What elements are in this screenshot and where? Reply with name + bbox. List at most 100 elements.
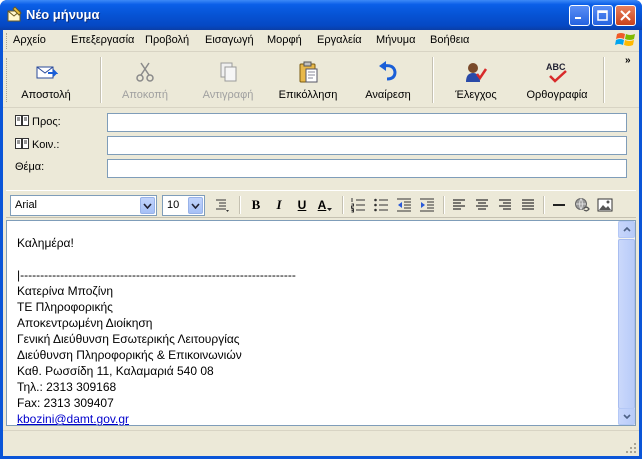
font-value: Arial — [15, 199, 38, 211]
compose-window: Νέο μήνυμα Αρχείο Επεξεργασία Προβολή Ει… — [0, 0, 642, 459]
font-size-select[interactable]: 10 — [162, 195, 205, 216]
minimize-button[interactable] — [569, 5, 590, 26]
title-bar[interactable]: Νέο μήνυμα — [0, 0, 642, 30]
address-book-icon — [15, 115, 29, 126]
paste-label: Επικόλληση — [278, 89, 338, 101]
increase-indent-button[interactable] — [417, 196, 437, 214]
underline-button[interactable]: U — [292, 196, 312, 214]
message-header: Προς: Κοιν.: Θέμα: — [3, 109, 639, 185]
to-field[interactable] — [107, 113, 627, 132]
globe-link-icon — [575, 198, 590, 212]
scroll-thumb[interactable] — [618, 239, 635, 409]
toolbar-overflow-chevron-icon[interactable]: » — [625, 55, 631, 66]
cut-button[interactable]: Αποκοπή — [115, 56, 175, 106]
paste-icon — [299, 61, 318, 83]
align-left-button[interactable] — [449, 196, 469, 214]
body-line: Κατερίνα Μποζίνη — [17, 284, 114, 298]
toolbar-grip[interactable] — [6, 58, 9, 102]
font-color-button[interactable]: A — [315, 196, 335, 214]
message-body[interactable]: Καλημέρα! |-----------------------------… — [6, 220, 636, 426]
undo-icon — [379, 61, 397, 81]
main-toolbar: Αποστολή Αποκοπή Αντιγραφή Επικόλληση Αν… — [3, 53, 639, 108]
menu-format[interactable]: Μορφή — [267, 34, 302, 46]
chevron-down-icon — [143, 202, 152, 209]
justify-icon — [522, 199, 534, 210]
body-line: Καλημέρα! — [17, 236, 74, 250]
body-line: Διεύθυνση Πληροφορικής & Επικοινωνιών — [17, 348, 242, 362]
underline-label: U — [297, 198, 307, 212]
chevron-down-icon — [622, 414, 631, 419]
check-names-label: Έλεγχος — [455, 89, 497, 101]
resize-grip-icon[interactable] — [625, 442, 637, 454]
body-line: Γενική Διεύθυνση Εσωτερικής Λειτουργίας — [17, 332, 240, 346]
close-button[interactable] — [615, 5, 636, 26]
scroll-up-button[interactable] — [618, 221, 635, 238]
copy-button[interactable]: Αντιγραφή — [193, 56, 263, 106]
scissors-icon — [136, 62, 154, 82]
menu-view[interactable]: Προβολή — [145, 34, 189, 46]
font-size-value: 10 — [167, 199, 180, 211]
size-dropdown-arrow[interactable] — [188, 197, 203, 214]
check-names-button[interactable]: Έλεγχος — [447, 56, 505, 106]
picture-icon — [597, 198, 613, 212]
send-button[interactable]: Αποστολή — [15, 56, 77, 106]
justify-button[interactable] — [518, 196, 538, 214]
align-right-button[interactable] — [495, 196, 515, 214]
toolbar-separator — [603, 57, 605, 103]
numbered-list-button[interactable] — [348, 196, 368, 214]
subject-label: Θέμα: — [15, 161, 45, 173]
chevron-down-icon — [327, 207, 333, 211]
undo-label: Αναίρεση — [365, 89, 411, 101]
menu-tools[interactable]: Εργαλεία — [317, 34, 362, 46]
bold-button[interactable]: B — [246, 196, 266, 214]
cc-field[interactable] — [107, 136, 627, 155]
menu-message[interactable]: Μήνυμα — [376, 34, 416, 46]
new-message-icon — [7, 6, 22, 22]
menu-file[interactable]: Αρχείο — [13, 34, 46, 46]
scroll-down-button[interactable] — [618, 408, 635, 425]
spelling-icon: ABC — [546, 62, 567, 83]
maximize-icon — [597, 10, 608, 21]
email-link[interactable]: kbozini@damt.gov.gr — [17, 412, 129, 426]
body-content[interactable]: Καλημέρα! |-----------------------------… — [17, 235, 296, 427]
minimize-icon — [575, 17, 581, 19]
status-bar — [3, 430, 639, 456]
menu-help[interactable]: Βοήθεια — [430, 34, 469, 46]
menu-grip[interactable] — [6, 33, 9, 49]
font-select[interactable]: Arial — [10, 195, 157, 216]
insert-picture-button[interactable] — [595, 196, 615, 214]
insert-hyperlink-button[interactable] — [572, 196, 592, 214]
undo-button[interactable]: Αναίρεση — [358, 56, 418, 106]
align-right-icon — [499, 199, 511, 210]
body-line: Τηλ.: 2313 309168 — [17, 380, 117, 394]
italic-button[interactable]: I — [269, 196, 289, 214]
subject-field[interactable] — [107, 159, 627, 178]
body-line: Αποκεντρωμένη Διοίκηση — [17, 316, 153, 330]
body-line: ΤΕ Πληροφορικής — [17, 300, 113, 314]
address-book-icon — [15, 138, 29, 149]
italic-label: I — [276, 197, 282, 212]
maximize-button[interactable] — [592, 5, 613, 26]
menu-edit[interactable]: Επεξεργασία — [71, 34, 134, 46]
format-separator — [239, 196, 241, 214]
cc-label-text: Κοιν.: — [32, 139, 60, 151]
paste-button[interactable]: Επικόλληση — [273, 56, 343, 106]
align-center-button[interactable] — [472, 196, 492, 214]
format-separator — [342, 196, 344, 214]
vertical-scrollbar[interactable] — [618, 221, 635, 425]
horizontal-line-button[interactable] — [549, 196, 569, 214]
menu-insert[interactable]: Εισαγωγή — [205, 34, 254, 46]
spelling-button[interactable]: ABC Ορθογραφία — [523, 56, 591, 106]
check-names-icon — [466, 63, 488, 82]
align-left-icon — [453, 199, 465, 210]
cc-label[interactable]: Κοιν.: — [15, 138, 59, 151]
send-label: Αποστολή — [21, 89, 71, 101]
formatting-toolbar: Arial 10 B I U A — [6, 190, 636, 218]
to-label[interactable]: Προς: — [15, 115, 61, 128]
copy-label: Αντιγραφή — [202, 89, 254, 101]
font-dropdown-arrow[interactable] — [140, 197, 155, 214]
decrease-indent-button[interactable] — [394, 196, 414, 214]
paragraph-style-button[interactable] — [212, 196, 232, 214]
close-icon — [620, 10, 631, 21]
bullet-list-button[interactable] — [371, 196, 391, 214]
